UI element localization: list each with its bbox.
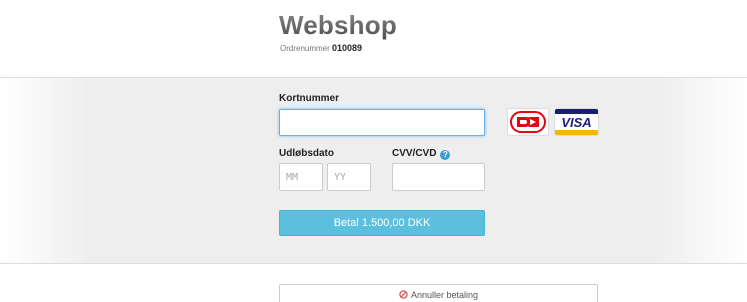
dankort-logo xyxy=(507,108,549,136)
cvv-input[interactable] xyxy=(392,163,485,191)
payment-page: Webshop Ordrenummer 010089 Kortnummer VI… xyxy=(0,0,747,302)
shop-title: Webshop xyxy=(279,10,397,40)
visa-logo-text: VISA xyxy=(561,115,591,130)
cancel-payment-label: Annuller betaling xyxy=(410,290,479,300)
expiry-year-input[interactable] xyxy=(327,163,371,191)
cvv-label-text: CVV/CVD xyxy=(392,148,437,159)
visa-logo: VISA xyxy=(554,108,599,136)
expiry-date-label: Udløbsdato xyxy=(279,148,334,159)
pay-button[interactable]: Betal 1.500,00 DKK xyxy=(279,210,485,236)
cancel-payment-button[interactable]: Annuller betaling xyxy=(279,284,598,302)
order-info: Ordrenummer 010089 xyxy=(280,43,362,53)
question-circle-icon[interactable]: ? xyxy=(440,150,451,160)
cvv-label: CVV/CVD? xyxy=(392,148,451,160)
card-number-input[interactable] xyxy=(279,109,485,136)
expiry-month-input[interactable] xyxy=(279,163,323,191)
order-label: Ordrenummer xyxy=(280,44,330,53)
card-number-label: Kortnummer xyxy=(279,93,340,104)
ban-icon xyxy=(399,290,408,299)
order-number: 010089 xyxy=(332,43,363,53)
page-header: Webshop Ordrenummer 010089 xyxy=(0,0,747,76)
